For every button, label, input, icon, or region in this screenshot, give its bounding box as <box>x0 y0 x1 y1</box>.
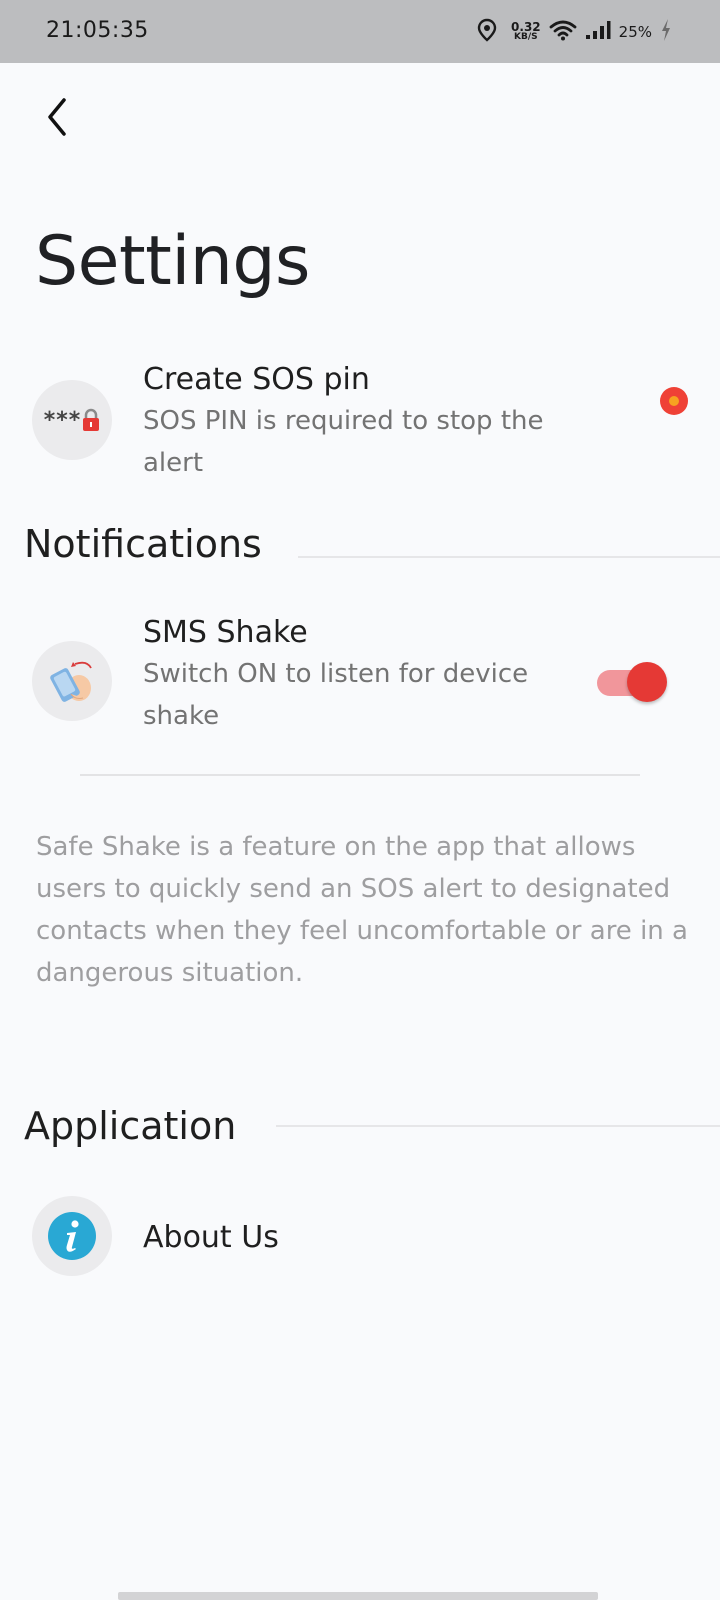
sms-shake-icon-circle <box>32 641 112 721</box>
notifications-header-line <box>298 556 720 558</box>
page-title: Settings <box>35 222 310 301</box>
charging-icon <box>660 18 672 46</box>
status-icons: 0.32 KB/S 25% <box>477 16 672 48</box>
sos-pin-title: Create SOS pin <box>143 362 370 397</box>
signal-icon <box>585 20 611 44</box>
notifications-header: Notifications <box>24 522 262 566</box>
phone-shake-icon <box>50 661 92 702</box>
sms-shake-toggle[interactable] <box>597 662 667 702</box>
toggle-thumb <box>627 662 667 702</box>
sos-pin-icon-circle: *** <box>32 380 112 460</box>
sms-shake-title: SMS Shake <box>143 615 308 650</box>
password-stars: *** <box>43 407 82 433</box>
wifi-icon <box>549 19 577 45</box>
status-bar: 21:05:35 0.32 KB/S 25% <box>0 0 720 63</box>
back-button[interactable] <box>32 92 82 142</box>
divider <box>80 774 640 776</box>
sos-pin-description: SOS PIN is required to stop the alert <box>143 406 544 478</box>
sos-pin-status-dot <box>660 387 688 415</box>
network-speed-unit: KB/S <box>514 32 538 42</box>
password-lock-icon: *** <box>44 408 101 433</box>
network-speed-value: 0.32 <box>511 20 541 34</box>
back-arrow-icon <box>48 98 66 136</box>
safe-shake-info-text: Safe Shake is a feature on the app that … <box>36 832 688 988</box>
info-icon <box>48 1212 96 1260</box>
sms-shake-description: Switch ON to listen for device shake <box>143 659 529 731</box>
create-sos-pin-row[interactable]: *** Create SOS pin SOS PIN is required t… <box>0 360 720 500</box>
network-speed: 0.32 KB/S <box>511 20 541 42</box>
application-header: Application <box>24 1104 237 1148</box>
about-us-icon-circle <box>32 1196 112 1276</box>
home-indicator[interactable] <box>118 1592 598 1600</box>
status-time: 21:05:35 <box>46 18 149 43</box>
about-us-title: About Us <box>143 1220 279 1255</box>
location-icon <box>477 18 497 46</box>
application-header-line <box>276 1125 720 1127</box>
battery-percentage: 25% <box>618 23 652 41</box>
about-us-row[interactable]: About Us <box>0 1194 720 1284</box>
